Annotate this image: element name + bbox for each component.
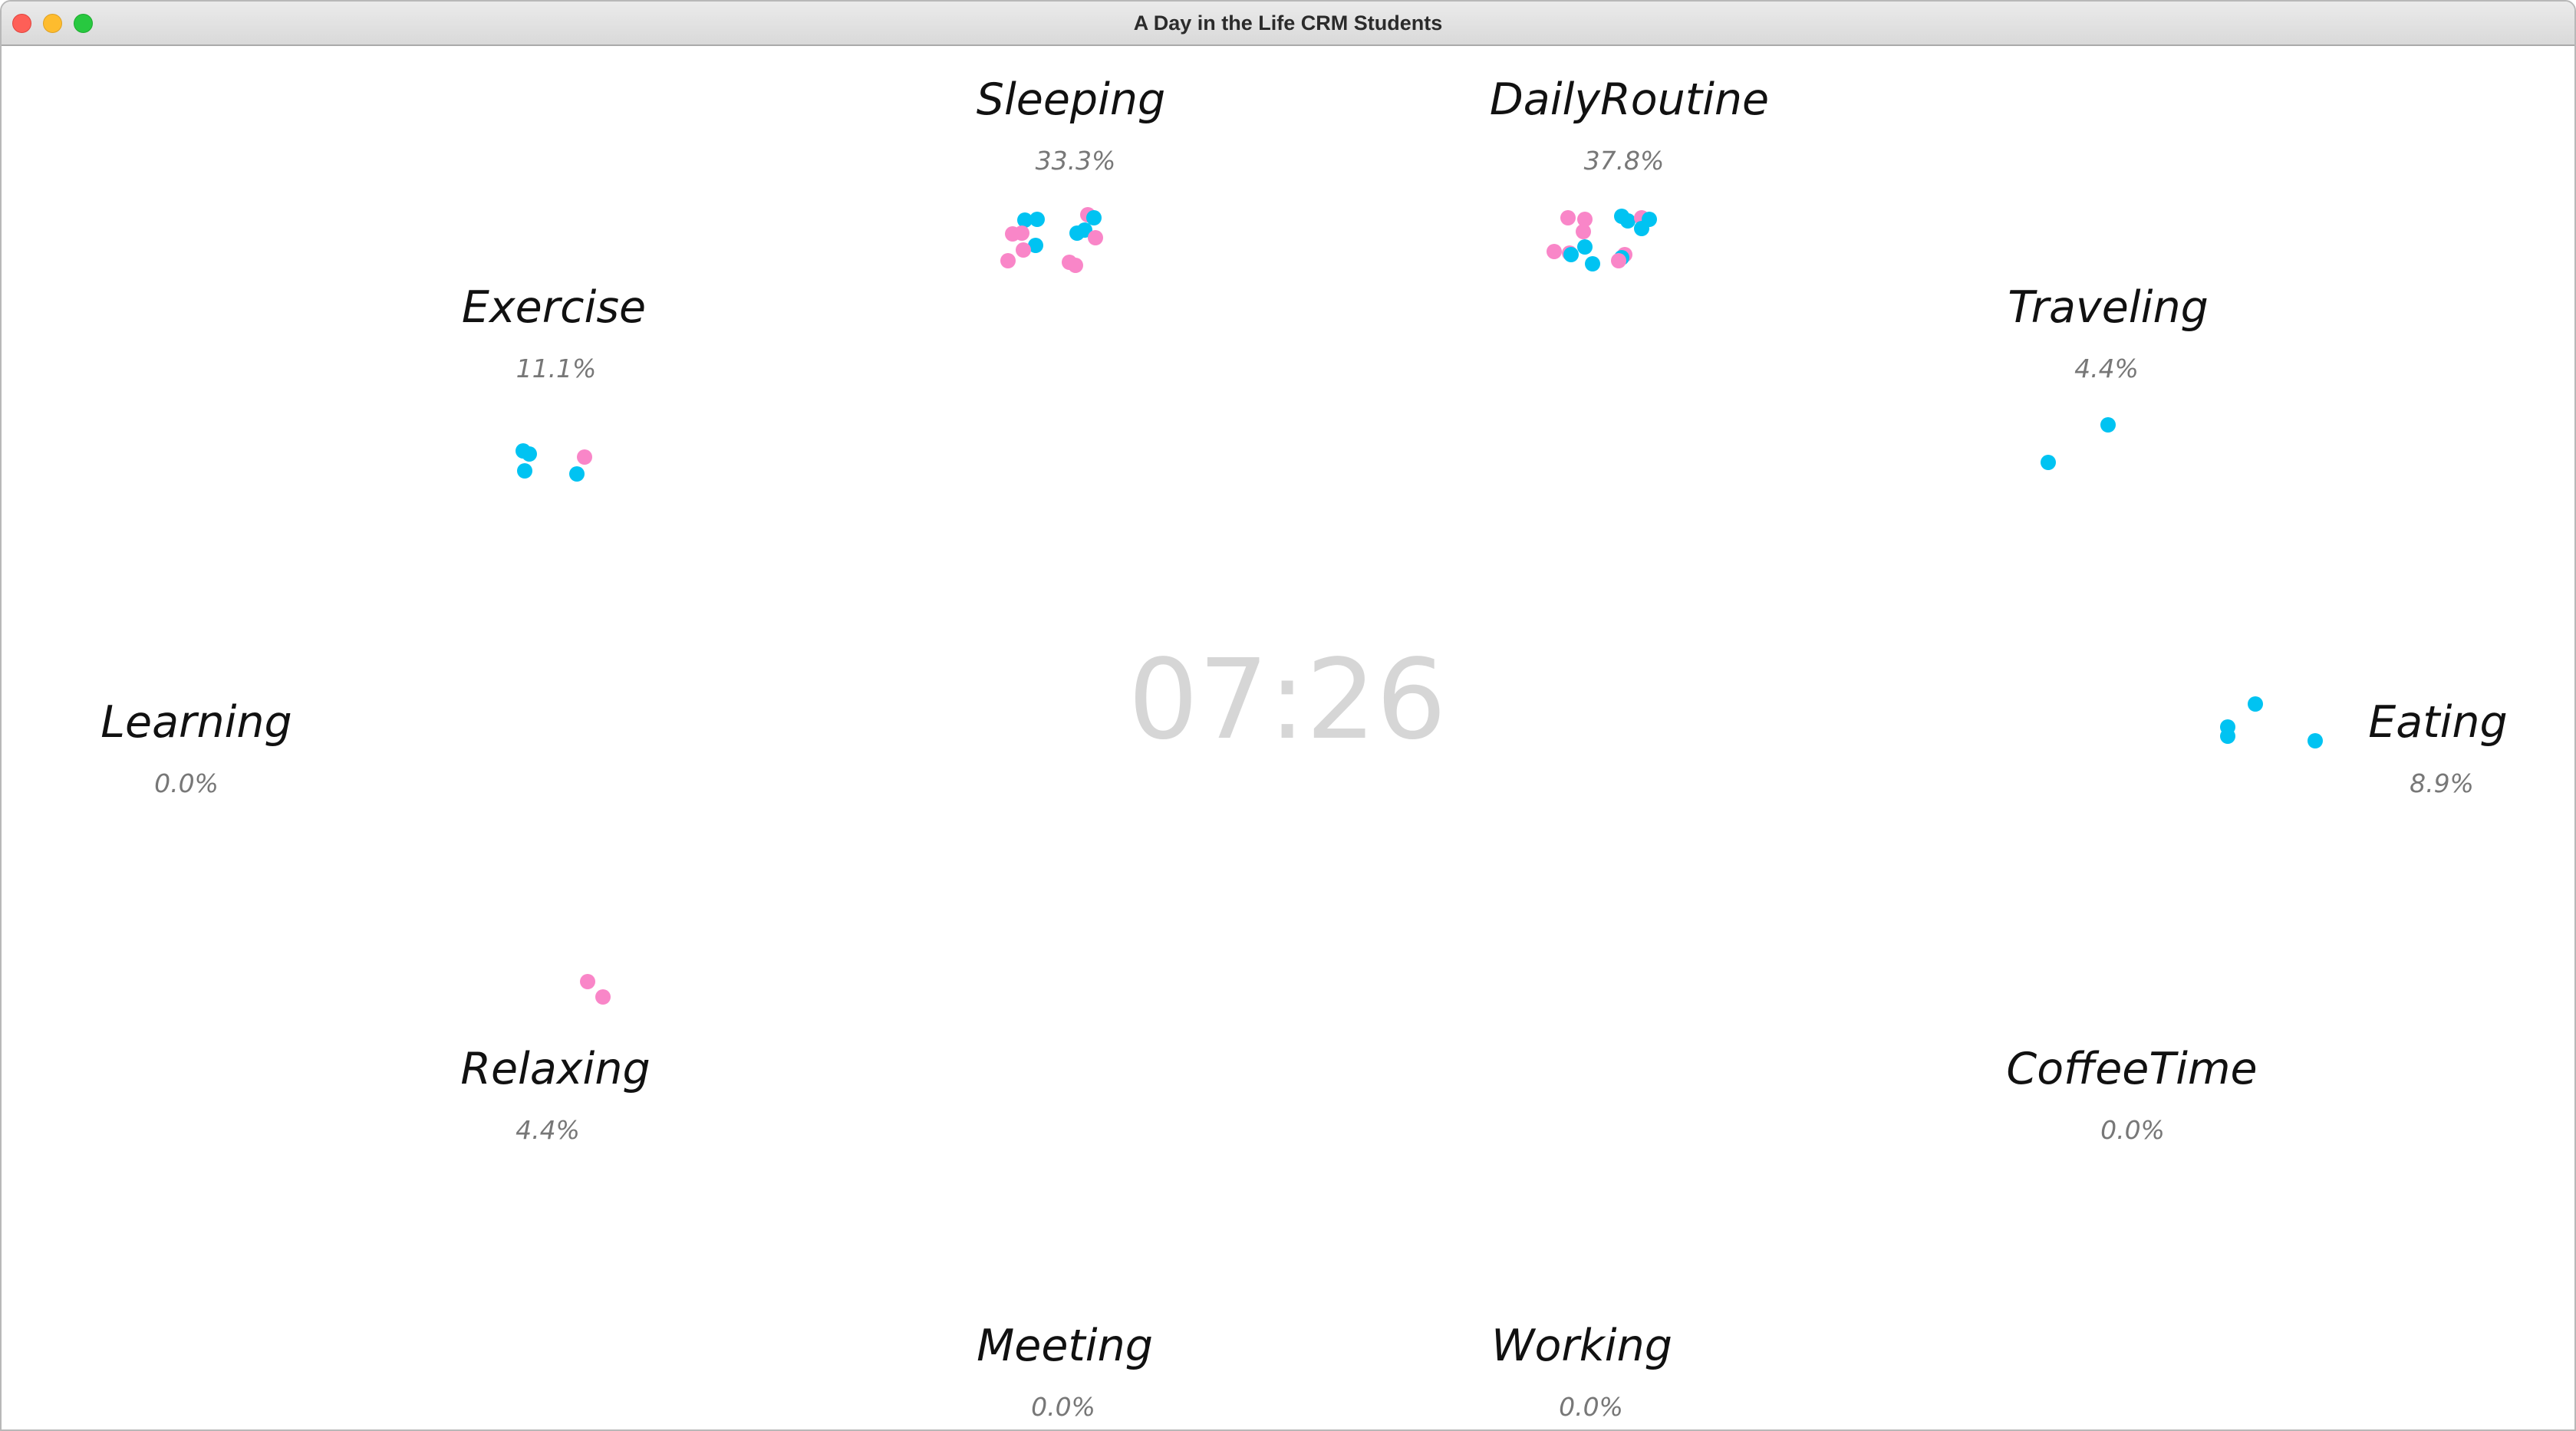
student-marker: [1547, 244, 1562, 259]
student-marker: [517, 463, 532, 479]
window-title: A Day in the Life CRM Students: [1133, 12, 1443, 35]
category-percent-sleeping: 33.3%: [1035, 146, 1116, 176]
student-marker: [1620, 213, 1636, 229]
student-marker: [1000, 253, 1016, 268]
student-marker: [2041, 455, 2056, 470]
student-marker: [1634, 221, 1649, 236]
category-label-working: Working: [1491, 1321, 1672, 1371]
category-percent-learning: 0.0%: [154, 768, 219, 798]
student-marker: [577, 449, 592, 465]
category-label-dailyroutine: DailyRoutine: [1489, 74, 1770, 125]
student-marker: [1576, 224, 1591, 239]
category-percent-meeting: 0.0%: [1031, 1392, 1095, 1422]
student-marker: [2248, 696, 2263, 712]
category-percent-traveling: 4.4%: [2074, 354, 2139, 383]
student-marker: [1560, 210, 1576, 225]
student-marker: [1029, 212, 1045, 227]
category-label-meeting: Meeting: [977, 1321, 1153, 1371]
title-bar[interactable]: A Day in the Life CRM Students: [2, 2, 2574, 46]
student-marker: [2100, 417, 2116, 433]
student-marker: [1016, 242, 1031, 258]
student-marker: [1014, 225, 1029, 241]
category-label-eating: Eating: [2368, 697, 2508, 748]
student-marker: [1577, 239, 1593, 255]
category-label-relaxing: Relaxing: [460, 1044, 651, 1094]
category-percent-coffeetime: 0.0%: [2100, 1115, 2165, 1145]
category-percent-eating: 8.9%: [2410, 768, 2474, 798]
student-marker: [1585, 256, 1600, 271]
student-marker: [1611, 253, 1626, 268]
student-marker: [595, 989, 611, 1005]
category-label-traveling: Traveling: [2008, 282, 2209, 333]
category-percent-exercise: 11.1%: [516, 354, 597, 383]
student-marker: [580, 974, 595, 989]
clock-display: 07:26: [1128, 635, 1447, 764]
student-marker: [569, 466, 585, 482]
app-window: A Day in the Life CRM Students 07:26 Sle…: [0, 0, 2576, 1431]
category-percent-working: 0.0%: [1559, 1392, 1623, 1422]
category-percent-dailyroutine: 37.8%: [1583, 146, 1665, 176]
student-marker: [2220, 729, 2235, 744]
student-marker: [522, 446, 537, 462]
category-label-learning: Learning: [100, 697, 292, 748]
category-percent-relaxing: 4.4%: [516, 1115, 580, 1145]
category-label-sleeping: Sleeping: [976, 74, 1166, 125]
activity-canvas: 07:26 Sleeping 33.3% DailyRoutine 37.8% …: [2, 46, 2574, 1429]
student-marker: [2308, 733, 2323, 748]
category-label-coffeetime: CoffeeTime: [2006, 1044, 2258, 1094]
student-marker: [1068, 258, 1083, 273]
student-marker: [1563, 247, 1579, 262]
student-marker: [1088, 230, 1103, 245]
category-label-exercise: Exercise: [461, 282, 647, 333]
